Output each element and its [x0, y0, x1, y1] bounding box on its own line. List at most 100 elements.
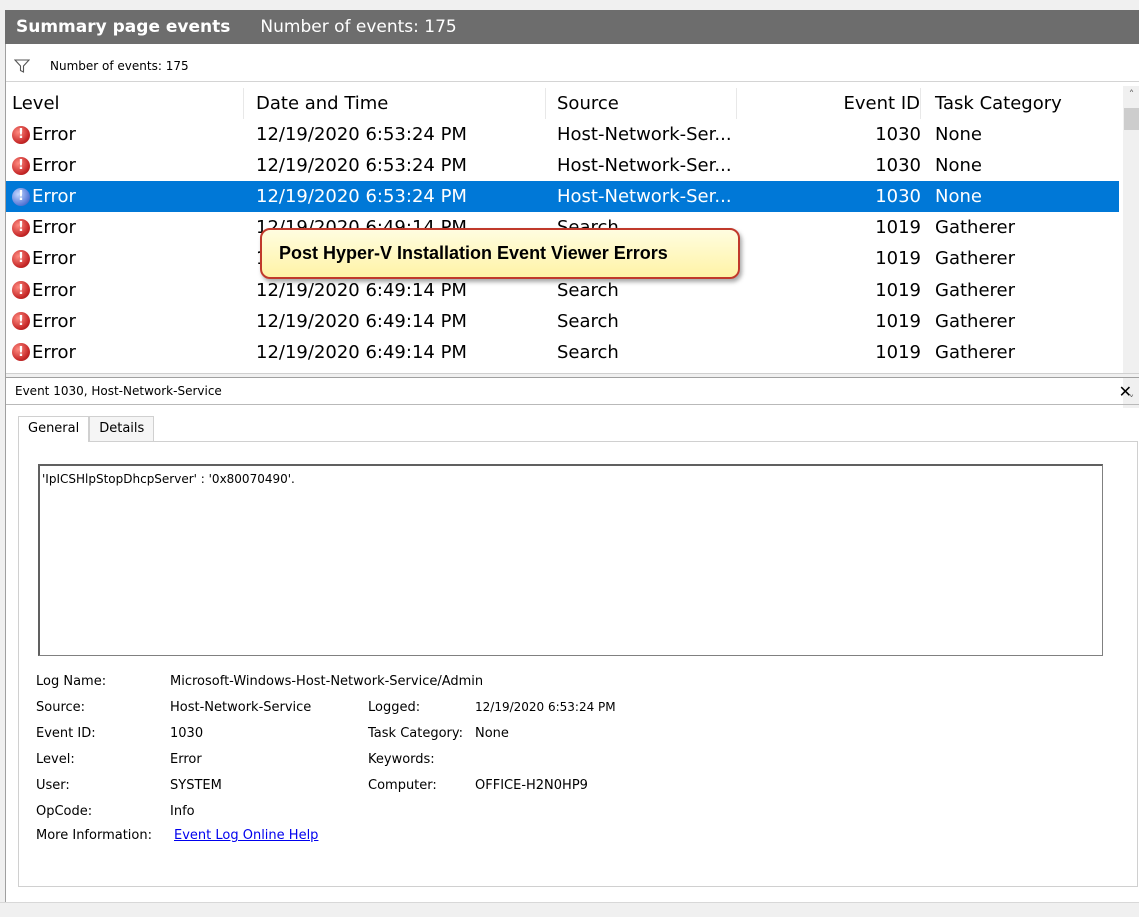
event-message-box[interactable]: 'IpICSHlpStopDhcpServer' : '0x80070490'. — [38, 464, 1103, 656]
column-header-event-id[interactable]: Event ID — [746, 88, 921, 119]
level-text: Error — [32, 124, 76, 145]
user-value: SYSTEM — [170, 778, 222, 793]
event-id-cell: 1019 — [875, 279, 921, 301]
event-id-label: Event ID: — [36, 726, 96, 741]
events-panel: Number of events: 175 Level Date and Tim… — [5, 44, 1139, 902]
error-icon: ! — [12, 125, 30, 144]
table-row[interactable]: !Error 12/19/2020 6:49:14 PM Search 1019 Gat… — [6, 337, 1119, 368]
event-id-cell: 1019 — [875, 217, 921, 239]
level-text: Error — [32, 279, 76, 301]
log-name-label: Log Name: — [36, 674, 107, 689]
date-cell: 12/19/2020 6:49:14 PM — [256, 310, 467, 332]
table-row[interactable]: !Error 12/19/2020 6:49:14 PM Search 1019 Gat… — [6, 306, 1119, 337]
table-row[interactable]: ! Error 12/19/2020 6:53:24 PM Host-Network-… — [6, 181, 1119, 213]
date-cell: 12/19/2020 6:49:14 PM — [256, 341, 467, 363]
filter-bar: Number of events: 175 — [6, 50, 1139, 82]
grid-header: Level Date and Time Source Event ID Task… — [6, 88, 1119, 119]
window-titlebar: Summary page events Number of events: 17… — [5, 10, 1139, 44]
task-category-cell: Gatherer — [935, 310, 1015, 332]
event-id-cell: 1030 — [875, 155, 921, 177]
window-event-count: Number of events: 175 — [260, 17, 457, 37]
table-row[interactable]: ! Error 12/19/2020 6:53:24 PM Host-Network-… — [6, 119, 1119, 150]
error-icon: ! — [12, 156, 30, 175]
date-cell: 12/19/2020 6:53:24 PM — [256, 155, 467, 177]
column-header-date[interactable]: Date and Time — [256, 88, 546, 119]
level-cell: ! Error — [12, 275, 244, 306]
column-header-source[interactable]: Source — [557, 88, 737, 119]
task-category-cell: None — [935, 124, 982, 145]
level-text: Error — [32, 155, 76, 177]
task-category-cell: Gatherer — [935, 341, 1015, 363]
task-category-cell: None — [935, 186, 982, 208]
level-cell: ! Error — [12, 181, 244, 212]
source-cell: Host-Network-Ser... — [557, 155, 732, 177]
detail-title: Event 1030, Host-Network-Service — [15, 384, 222, 398]
level-cell: ! Error — [12, 119, 244, 150]
date-cell: 12/19/2020 6:53:24 PM — [256, 124, 467, 145]
window-title: Summary page events — [16, 17, 231, 37]
task-category-label: Task Category: — [368, 726, 464, 741]
level-text: Error — [32, 341, 76, 363]
date-cell: 12/19/2020 6:53:24 PM — [256, 186, 467, 208]
task-category-cell: Gatherer — [935, 248, 1015, 270]
task-category-value: None — [475, 726, 509, 741]
level-cell: ! Error — [12, 150, 244, 181]
column-header-task-category[interactable]: Task Category — [935, 88, 1115, 119]
filter-icon[interactable] — [14, 58, 30, 73]
error-icon: ! — [12, 187, 30, 206]
keywords-label: Keywords: — [368, 752, 435, 767]
error-icon: ! — [12, 281, 30, 299]
close-icon[interactable]: ✕ — [1119, 382, 1132, 401]
level-cell: ! Error — [12, 243, 244, 274]
bottom-bar — [0, 902, 1139, 917]
date-cell: 12/19/2020 6:49:14 PM — [256, 279, 467, 301]
detail-header: Event 1030, Host-Network-Service ✕ — [6, 378, 1139, 405]
general-tab-body: 'IpICSHlpStopDhcpServer' : '0x80070490'.… — [18, 441, 1138, 887]
level-text: Error — [32, 310, 76, 332]
opcode-value: Info — [170, 804, 195, 819]
event-id-cell: 1019 — [875, 248, 921, 270]
logged-label: Logged: — [368, 700, 421, 715]
scroll-thumb[interactable] — [1124, 108, 1139, 130]
source-cell: Search — [557, 279, 619, 301]
level-label: Level: — [36, 752, 75, 767]
task-category-cell: Gatherer — [935, 217, 1015, 239]
error-icon: ! — [12, 249, 30, 268]
level-cell: ! Error — [12, 306, 244, 337]
opcode-label: OpCode: — [36, 804, 93, 819]
source-value: Host-Network-Service — [170, 700, 312, 715]
scroll-up-icon[interactable]: ˄ — [1123, 86, 1139, 103]
level-text: Error — [32, 186, 76, 208]
event-log-help-link[interactable]: Event Log Online Help — [174, 828, 318, 843]
event-message: 'IpICSHlpStopDhcpServer' : '0x80070490'. — [42, 472, 295, 486]
tab-general[interactable]: General — [18, 416, 90, 442]
detail-tabs: General Details — [18, 416, 155, 442]
level-cell: ! Error — [12, 212, 244, 243]
task-category-cell: Gatherer — [935, 279, 1015, 301]
log-name-value: Microsoft-Windows-Host-Network-Service/A… — [170, 674, 484, 689]
error-icon: ! — [12, 312, 30, 331]
tab-details[interactable]: Details — [89, 416, 155, 441]
table-row[interactable]: ! Error 12/19/2020 6:53:24 PM Host-Network-… — [6, 150, 1119, 181]
computer-value: OFFICE-H2N0HP9 — [475, 778, 588, 793]
event-id-cell: 1030 — [875, 124, 921, 145]
level-cell: ! Error — [12, 337, 244, 368]
event-id-value: 1030 — [170, 726, 204, 741]
task-category-cell: None — [935, 155, 982, 177]
more-info-label: More Information: — [36, 828, 152, 843]
event-id-cell: 1030 — [875, 186, 921, 208]
source-cell: Host-Network-Ser... — [557, 186, 732, 208]
level-text: Error — [32, 248, 76, 270]
level-text: Error — [32, 217, 76, 239]
grid-scrollbar[interactable]: ˄ ˅ — [1123, 86, 1139, 408]
event-id-cell: 1019 — [875, 310, 921, 332]
source-cell: Search — [557, 341, 619, 363]
table-row[interactable]: !Error 12/19/2020 6:49:14 PM Search 1019 Gat… — [6, 275, 1119, 306]
callout-text: Post Hyper-V Installation Event Viewer E… — [279, 243, 668, 263]
source-cell: Search — [557, 310, 619, 332]
column-header-level[interactable]: Level — [12, 88, 244, 119]
user-label: User: — [36, 778, 70, 793]
source-cell: Host-Network-Ser... — [557, 124, 732, 145]
error-icon: ! — [12, 218, 30, 237]
level-value: Error — [170, 752, 202, 767]
